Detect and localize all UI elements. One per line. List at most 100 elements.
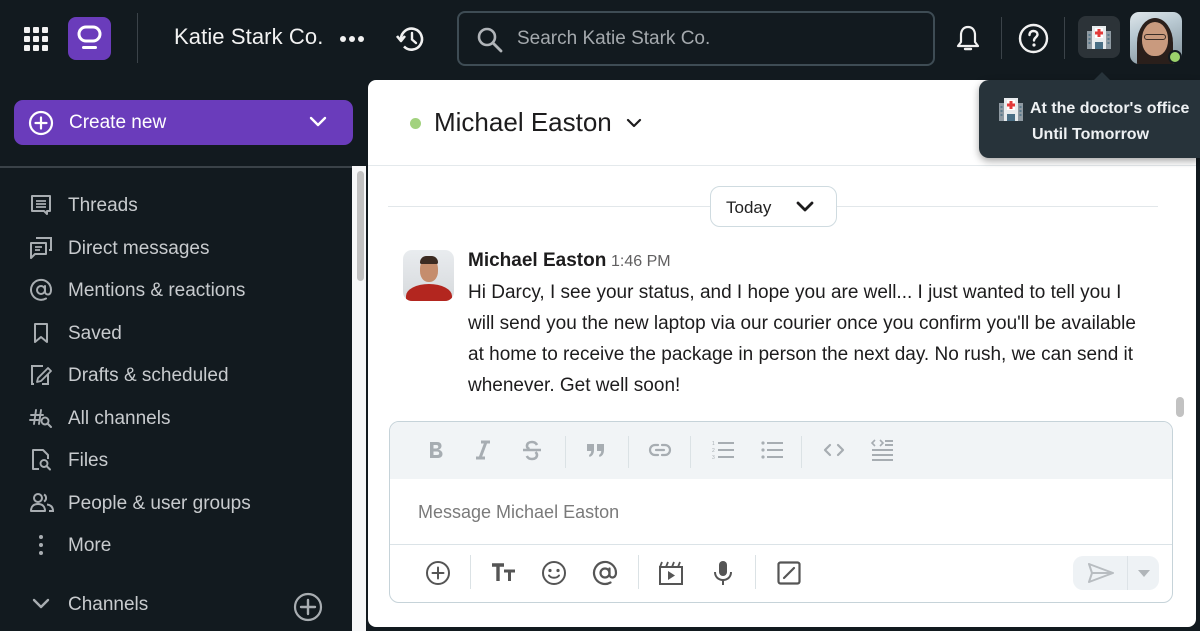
shortcuts-slash-icon[interactable] (776, 560, 802, 586)
emoji-icon[interactable] (541, 560, 567, 586)
bookmark-icon (34, 323, 48, 343)
sidebar-item-label: Threads (68, 195, 138, 216)
toolbar-divider (755, 555, 756, 589)
conversation-panel: Michael Easton Today Michael Easton 1:46… (368, 80, 1196, 627)
divider (0, 166, 352, 168)
sidebar-item-all-channels[interactable]: All channels (0, 397, 352, 437)
threads-icon (31, 195, 51, 215)
channels-label[interactable]: Channels (68, 594, 148, 616)
history-icon[interactable] (396, 24, 426, 54)
notifications-bell-icon[interactable] (955, 24, 981, 54)
message-input[interactable] (418, 497, 1118, 527)
top-bar: Katie Stark Co. (0, 0, 1200, 78)
sidebar-item-label: Direct messages (68, 238, 210, 259)
code-block-icon[interactable] (870, 439, 894, 463)
video-clip-icon[interactable] (658, 560, 684, 586)
svg-text:1: 1 (712, 441, 715, 447)
more-vertical-icon (39, 535, 43, 555)
attach-plus-icon[interactable] (425, 560, 451, 586)
chevron-down-icon[interactable] (626, 117, 642, 129)
svg-text:3: 3 (712, 455, 715, 461)
status-button[interactable] (1078, 16, 1120, 58)
strikethrough-icon[interactable] (521, 439, 543, 461)
status-tooltip: At the doctor's office Until Tomorrow (979, 72, 1200, 158)
sidebar-item-label: Mentions & reactions (68, 280, 246, 301)
bulleted-list-icon[interactable] (760, 439, 784, 461)
toolbar-divider (628, 436, 629, 468)
sidebar-item-threads[interactable]: Threads (0, 184, 352, 224)
divider (1064, 17, 1065, 59)
app-grid-icon[interactable] (24, 27, 48, 51)
send-button[interactable] (1073, 556, 1127, 590)
chevron-down-icon (796, 201, 814, 212)
chevron-down-icon[interactable] (32, 597, 50, 611)
sidebar-item-saved[interactable]: Saved (0, 312, 352, 352)
search-bar[interactable] (457, 11, 935, 66)
add-channel-icon[interactable] (293, 592, 323, 622)
workspace-more-icon[interactable] (340, 36, 364, 44)
sidebar-item-more[interactable]: More (0, 524, 352, 564)
sidebar-item-direct-messages[interactable]: Direct messages (0, 227, 352, 267)
code-icon[interactable] (822, 439, 846, 461)
hospital-emoji-icon (999, 98, 1023, 121)
message-author-avatar[interactable] (403, 250, 454, 301)
channels-section-header: Channels (0, 588, 352, 624)
draft-pencil-icon (31, 365, 52, 385)
caret-down-icon (1138, 570, 1150, 577)
channel-search-icon (29, 409, 52, 428)
presence-online-indicator (1168, 50, 1182, 64)
plus-circle-icon (28, 110, 54, 136)
date-jump-button[interactable]: Today (710, 186, 837, 227)
toolbar-divider (690, 436, 691, 468)
people-icon (30, 493, 55, 512)
file-search-icon (32, 449, 51, 471)
create-new-button[interactable]: Create new (14, 100, 353, 145)
message-author[interactable]: Michael Easton (468, 250, 606, 272)
toolbar-divider (801, 436, 802, 468)
message-text: Hi Darcy, I see your status, and I hope … (468, 282, 1136, 396)
sidebar-item-label: People & user groups (68, 493, 251, 514)
toolbar-divider (565, 436, 566, 468)
help-icon[interactable] (1018, 23, 1049, 54)
sidebar-item-label: Files (68, 450, 109, 471)
italic-icon[interactable] (473, 439, 493, 461)
sidebar-item-label: Saved (68, 323, 122, 344)
create-new-label: Create new (69, 112, 167, 133)
presence-online-indicator (410, 118, 421, 129)
send-icon (1088, 563, 1114, 583)
divider (368, 165, 1196, 166)
formatting-toolbar: 1 2 3 (390, 422, 1172, 479)
conversation-title[interactable]: Michael Easton (434, 107, 612, 138)
direct-messages-icon (30, 237, 52, 259)
search-icon (477, 27, 503, 53)
message-composer: 1 2 3 (389, 421, 1173, 603)
send-button-group (1073, 556, 1159, 590)
blockquote-icon[interactable] (585, 439, 607, 461)
messages-scrollbar-thumb[interactable] (1176, 397, 1184, 417)
divider (1001, 17, 1002, 59)
app-logo[interactable] (68, 17, 111, 60)
sidebar-item-files[interactable]: Files (0, 439, 352, 479)
sidebar-item-mentions-reactions[interactable]: Mentions & reactions (0, 269, 352, 309)
workspace-name[interactable]: Katie Stark Co. (174, 24, 323, 50)
link-icon[interactable] (648, 439, 672, 461)
sidebar-item-label: Drafts & scheduled (68, 365, 229, 386)
microphone-icon[interactable] (712, 560, 734, 586)
search-input[interactable] (517, 13, 917, 64)
toolbar-divider (470, 555, 471, 589)
sidebar-scrollbar-thumb[interactable] (357, 171, 364, 281)
status-text: At the doctor's office (1030, 100, 1190, 117)
message-timestamp[interactable]: 1:46 PM (611, 253, 671, 271)
bold-icon[interactable] (426, 439, 446, 461)
logo-mark-icon (77, 25, 102, 49)
divider (390, 544, 1172, 545)
sidebar-item-label: More (68, 535, 112, 556)
hospital-emoji-icon (1087, 26, 1111, 49)
svg-text:2: 2 (712, 448, 715, 454)
text-formatting-icon[interactable] (490, 560, 518, 586)
schedule-send-dropdown[interactable] (1128, 556, 1159, 590)
mention-icon[interactable] (592, 560, 618, 586)
sidebar-item-people-user-groups[interactable]: People & user groups (0, 482, 352, 522)
sidebar-item-drafts-scheduled[interactable]: Drafts & scheduled (0, 354, 352, 394)
ordered-list-icon[interactable]: 1 2 3 (711, 439, 735, 461)
